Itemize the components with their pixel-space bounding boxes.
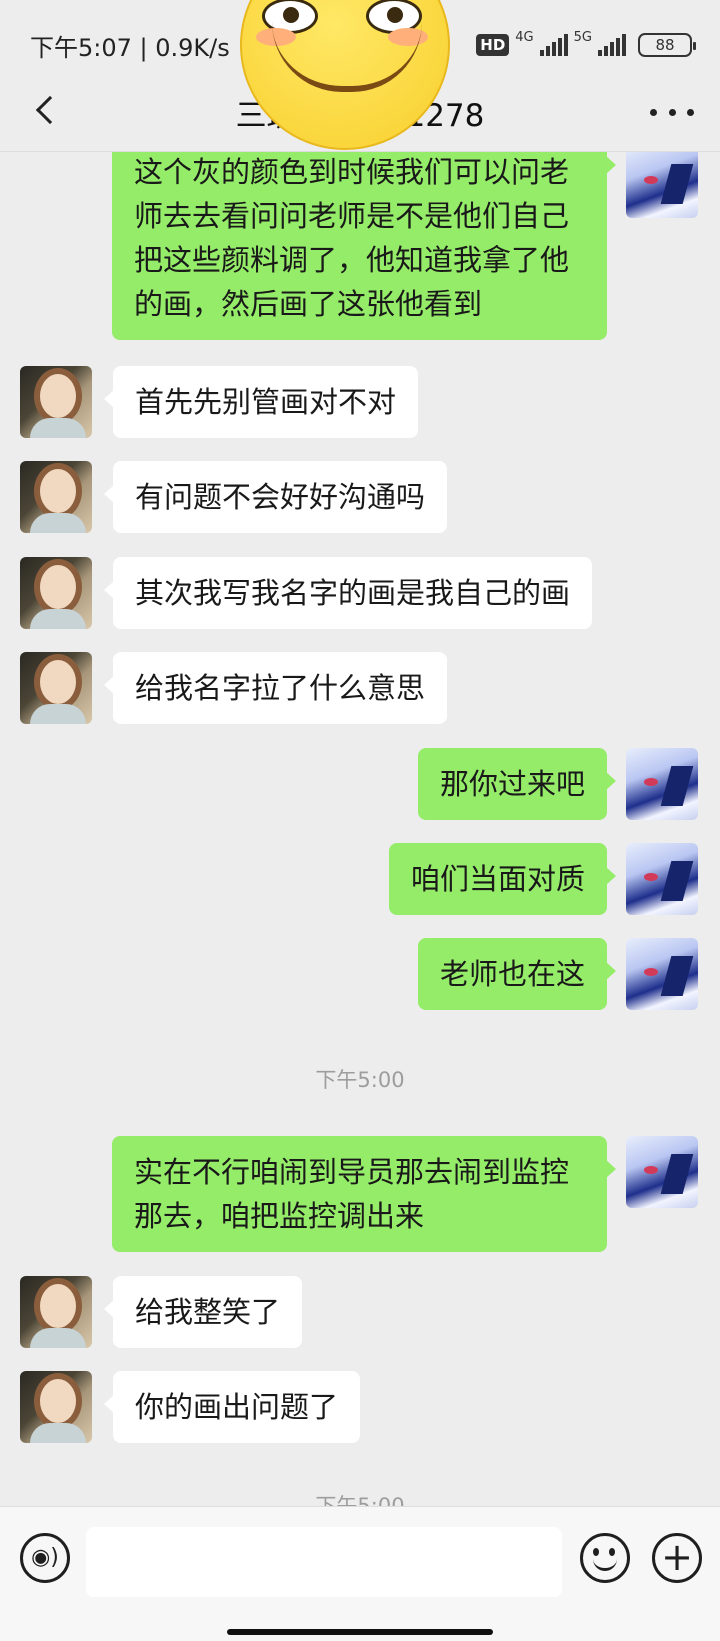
- voice-input-button[interactable]: ◉): [20, 1533, 70, 1583]
- message-bubble-sent[interactable]: 这个灰的颜色到时候我们可以问老师去去看问问老师是不是他们自己把这些颜料调了，他知…: [112, 152, 616, 340]
- avatar-me[interactable]: [626, 938, 698, 1010]
- message-list[interactable]: 这个灰的颜色到时候我们可以问老师去去看问问老师是不是他们自己把这些颜料调了，他知…: [0, 152, 720, 1506]
- voice-icon: ◉): [31, 1545, 59, 1570]
- avatar-contact[interactable]: [20, 461, 92, 533]
- avatar-me[interactable]: [626, 843, 698, 915]
- avatar-me[interactable]: [626, 1136, 698, 1208]
- message-bubble-received[interactable]: 给我整笑了: [103, 1276, 303, 1348]
- emoji-button[interactable]: [580, 1533, 630, 1583]
- avatar-contact[interactable]: [20, 1276, 92, 1348]
- message-input[interactable]: [86, 1527, 562, 1597]
- network-4g-label: 4G: [515, 29, 534, 45]
- avatar-contact[interactable]: [20, 652, 92, 724]
- battery-icon: 88: [638, 33, 696, 57]
- hd-icon: HD: [476, 34, 510, 56]
- message-bubble-received[interactable]: 首先先别管画对不对: [103, 366, 419, 438]
- home-indicator[interactable]: [227, 1629, 493, 1635]
- status-speed: 0.9K/s: [155, 34, 230, 62]
- message-bubble-sent[interactable]: 实在不行咱闹到导员那去闹到监控那去，咱把监控调出来: [112, 1136, 616, 1252]
- avatar-me[interactable]: [626, 152, 698, 218]
- avatar-contact[interactable]: [20, 557, 92, 629]
- message-bubble-sent[interactable]: 那你过来吧: [417, 748, 617, 820]
- avatar-contact[interactable]: [20, 366, 92, 438]
- input-bar: ◉) +: [0, 1506, 720, 1641]
- avatar-contact[interactable]: [20, 1371, 92, 1443]
- message-bubble-sent[interactable]: 咱们当面对质: [388, 843, 617, 915]
- more-functions-button[interactable]: +: [652, 1533, 702, 1583]
- message-bubble-received[interactable]: 有问题不会好好沟通吗: [103, 461, 448, 533]
- message-bubble-received[interactable]: 你的画出问题了: [103, 1371, 361, 1443]
- signal-icon-2: [598, 34, 626, 56]
- plus-icon: +: [661, 1534, 693, 1579]
- network-5g-label: 5G: [573, 29, 592, 45]
- message-timestamp: 下午5:00: [315, 1494, 405, 1506]
- message-timestamp: 下午5:00: [315, 1068, 405, 1092]
- status-time: 下午5:07: [30, 34, 132, 62]
- message-bubble-received[interactable]: 给我名字拉了什么意思: [103, 652, 448, 724]
- more-options-button[interactable]: [650, 92, 694, 132]
- status-time-speed: 下午5:07 | 0.9K/s: [30, 34, 230, 62]
- signal-icon: [539, 34, 568, 56]
- avatar-me[interactable]: [626, 748, 698, 820]
- emoji-icon: [583, 1536, 627, 1580]
- status-icons: HD 4G 5G 88: [476, 29, 696, 60]
- message-bubble-sent[interactable]: 老师也在这: [417, 938, 617, 1010]
- message-bubble-received[interactable]: 其次我写我名字的画是我自己的画: [103, 557, 593, 629]
